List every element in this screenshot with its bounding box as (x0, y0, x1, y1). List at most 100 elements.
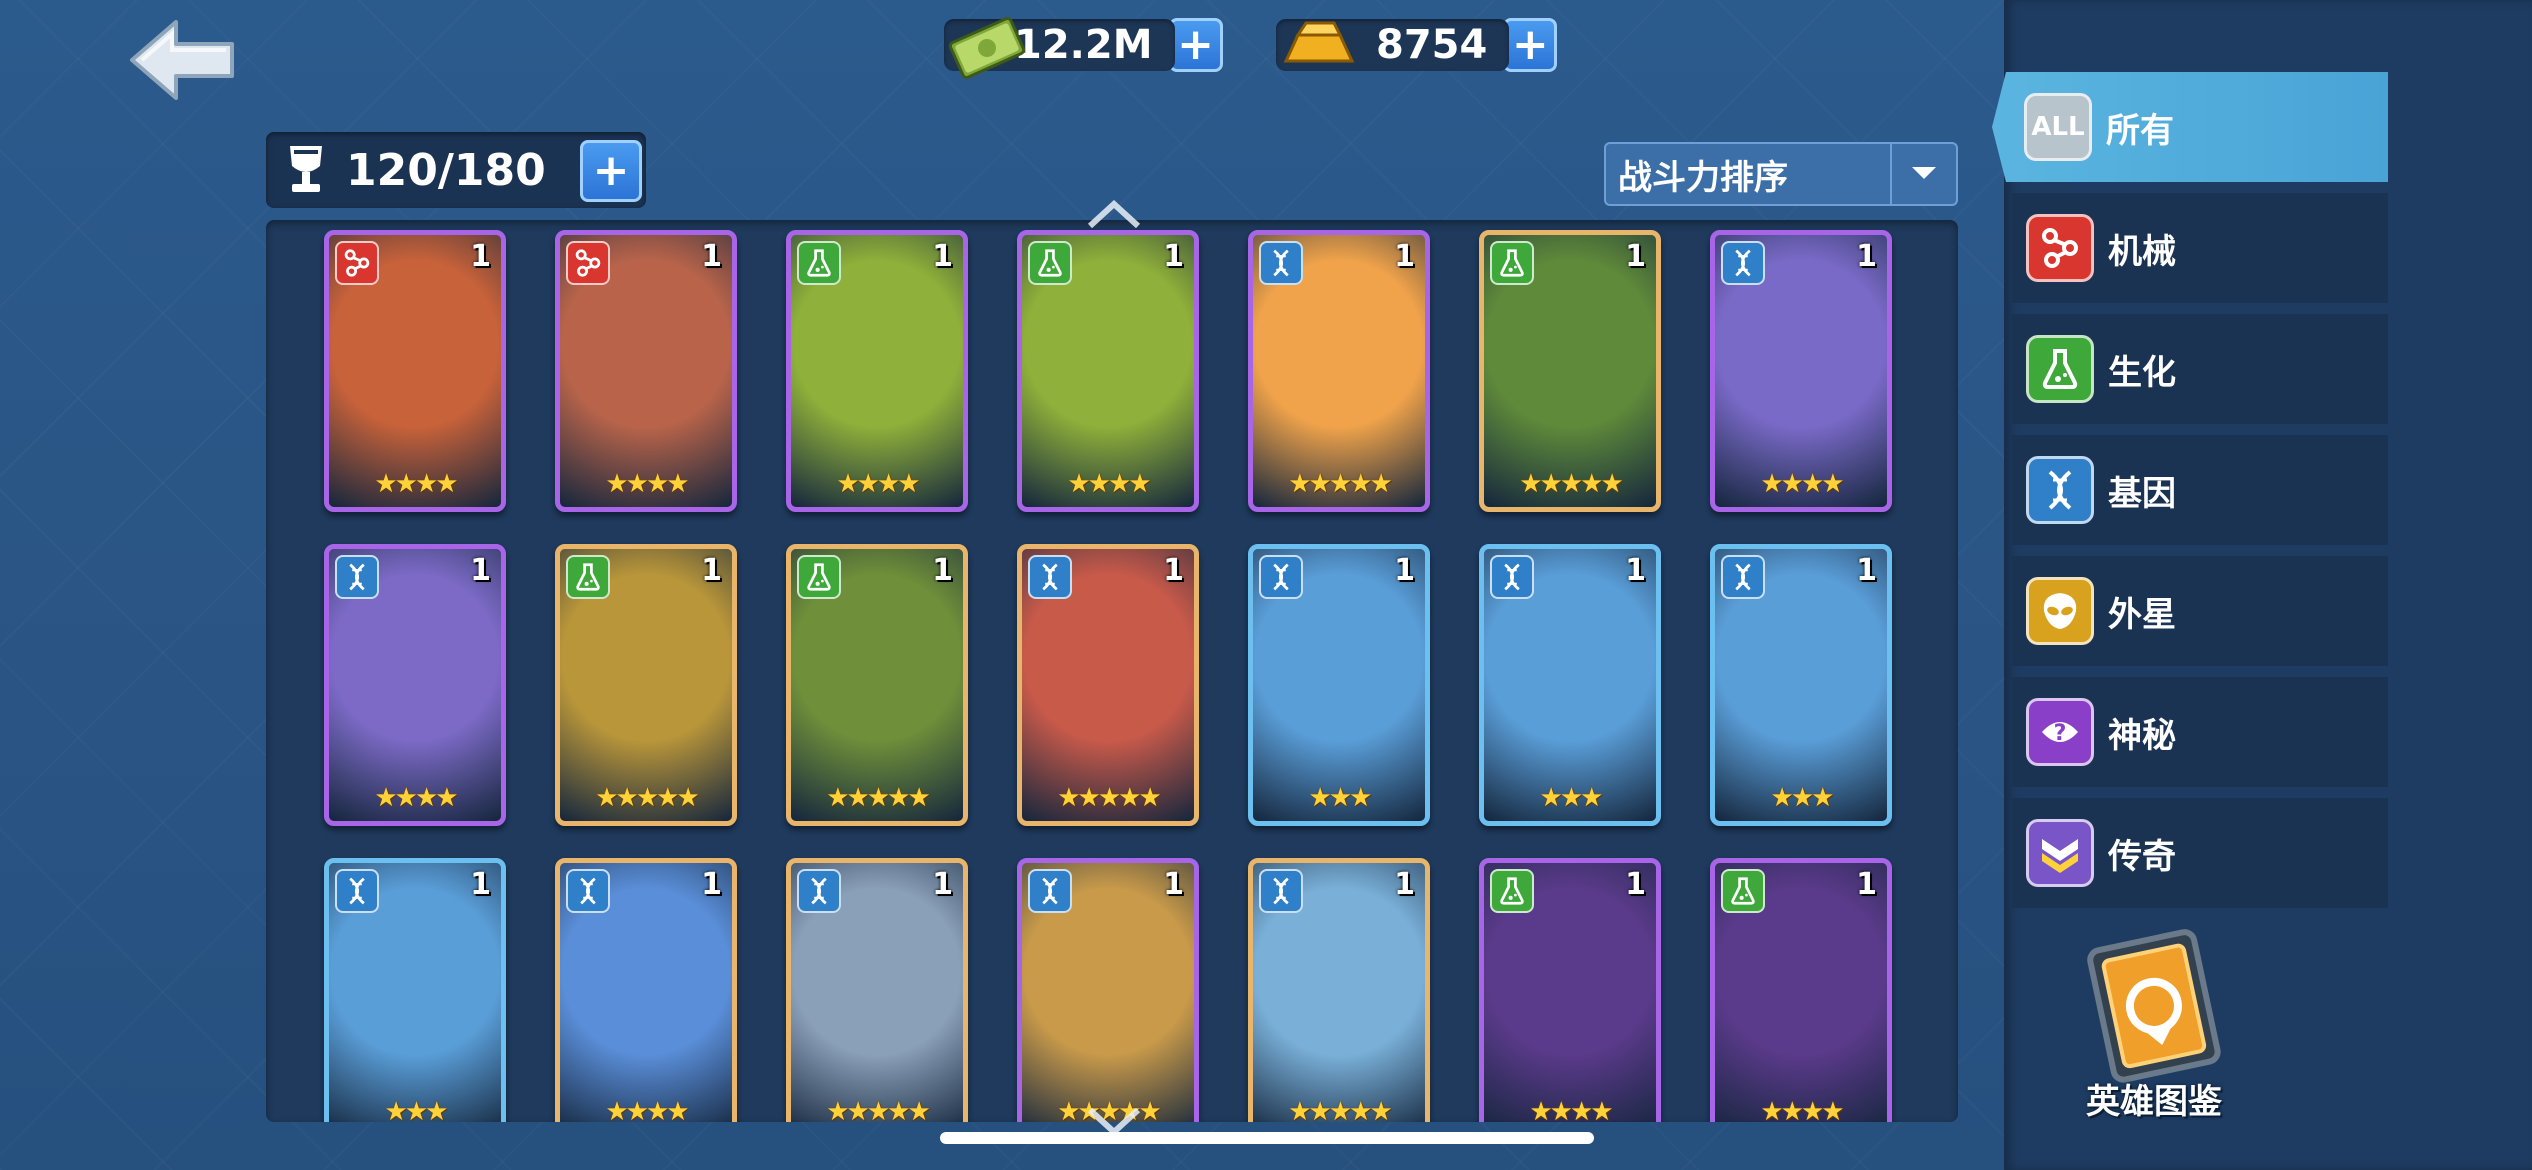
dna-icon (1028, 555, 1072, 599)
sort-dropdown[interactable]: 战斗力排序 (1604, 142, 1958, 206)
tab-label: 生化 (2108, 352, 2176, 393)
hero-card[interactable]: 1 ★★★★ (1017, 230, 1199, 512)
hero-level: 1 (701, 553, 722, 588)
hero-card[interactable]: 1 ★★★★ (324, 230, 506, 512)
biochem-flask-icon (1490, 241, 1534, 285)
hero-level: 1 (1856, 867, 1877, 902)
tab-alien-head[interactable]: 外星 (2012, 556, 2388, 666)
hero-card[interactable]: 1 ★★★★★ (786, 858, 968, 1122)
hero-level: 1 (701, 239, 722, 274)
legendary-chevron-icon (2026, 819, 2094, 887)
hero-star-rating: ★★★ (1770, 783, 1835, 813)
tab-dna[interactable]: 基因 (2012, 435, 2388, 545)
hero-card[interactable]: 1 ★★★★ (555, 858, 737, 1122)
tab-legendary-chevron[interactable]: 传奇 (2012, 798, 2388, 908)
hero-card[interactable]: 1 ★★★★★ (1248, 858, 1430, 1122)
dna-icon (1259, 869, 1303, 913)
mechanical-icon (2026, 214, 2094, 282)
biochem-flask-icon (797, 241, 841, 285)
hero-star-rating: ★★★★★ (1519, 469, 1624, 499)
biochem-flask-icon (566, 555, 610, 599)
dna-icon (1721, 241, 1765, 285)
hero-card[interactable]: 1 ★★★★ (555, 230, 737, 512)
all-icon: ALL (2024, 93, 2092, 161)
sort-dropdown-value: 战斗力排序 (1618, 157, 1788, 198)
add-gold-button[interactable]: + (1503, 18, 1558, 72)
mystery-question-icon: ? (2026, 698, 2094, 766)
hero-grid-panel[interactable]: 1 ★★★★ 1 ★★★★ 1 ★★★★ 1 ★★★★ 1 ★★★★★ 1 ★★★★★ 1 ★★★★ 1 ★★… (266, 220, 1958, 1122)
roster-count-text: 120/180 (346, 144, 546, 196)
hero-card[interactable]: 1 ★★★★★ (1248, 230, 1430, 512)
hero-level: 1 (701, 867, 722, 902)
hero-level: 1 (470, 867, 491, 902)
hero-card[interactable]: 1 ★★★★ (786, 230, 968, 512)
hero-star-rating: ★★★ (1539, 783, 1604, 813)
hero-card[interactable]: 1 ★★★★★ (1017, 858, 1199, 1122)
hero-level: 1 (1163, 553, 1184, 588)
tab-mechanical[interactable]: 机械 (2012, 193, 2388, 303)
hero-card[interactable]: 1 ★★★ (324, 858, 506, 1122)
back-button[interactable] (128, 16, 240, 104)
hero-card[interactable]: 1 ★★★★★ (555, 544, 737, 826)
home-indicator[interactable] (940, 1132, 1594, 1144)
dna-icon (566, 869, 610, 913)
hero-level: 1 (1625, 239, 1646, 274)
hero-star-rating: ★★★★★ (595, 783, 700, 813)
hero-level: 1 (932, 867, 953, 902)
hero-card[interactable]: 1 ★★★ (1248, 544, 1430, 826)
dna-icon (1259, 555, 1303, 599)
hero-star-rating: ★★★★ (836, 469, 920, 499)
dna-icon (335, 869, 379, 913)
hero-level: 1 (1394, 553, 1415, 588)
hero-card[interactable]: 1 ★★★★ (1479, 858, 1661, 1122)
hero-card[interactable]: 1 ★★★★★ (1017, 544, 1199, 826)
hero-level: 1 (1625, 867, 1646, 902)
add-cash-button[interactable]: + (1168, 18, 1223, 72)
hero-card[interactable]: 1 ★★★★ (1710, 858, 1892, 1122)
hero-star-rating: ★★★★★ (826, 1097, 931, 1122)
hero-card[interactable]: 1 ★★★ (1710, 544, 1892, 826)
hero-card[interactable]: 1 ★★★ (1479, 544, 1661, 826)
hero-star-rating: ★★★★★ (826, 783, 931, 813)
hero-star-rating: ★★★★ (1067, 469, 1151, 499)
tab-label: 基因 (2108, 473, 2176, 514)
hero-star-rating: ★★★★ (374, 469, 458, 499)
chevron-down-icon (1890, 144, 1956, 204)
biochem-flask-icon (1028, 241, 1072, 285)
codex-label: 英雄图鉴 (2086, 1082, 2222, 1122)
tab-mystery-question[interactable]: ? 神秘 (2012, 677, 2388, 787)
hero-level: 1 (470, 239, 491, 274)
tab-all[interactable]: ALL 所有 (1992, 72, 2388, 182)
gold-currency: 8754 + (1276, 16, 1558, 74)
mechanical-icon (566, 241, 610, 285)
biochem-flask-icon (797, 555, 841, 599)
tab-label: 所有 (2106, 110, 2174, 151)
hero-codex-button[interactable]: 英雄图鉴 (2044, 926, 2264, 1146)
hero-level: 1 (1163, 239, 1184, 274)
hero-level: 1 (1856, 553, 1877, 588)
hero-star-rating: ★★★★ (374, 783, 458, 813)
hero-card[interactable]: 1 ★★★★ (1710, 230, 1892, 512)
hero-card[interactable]: 1 ★★★★★ (1479, 230, 1661, 512)
hero-level: 1 (1394, 867, 1415, 902)
biochem-flask-icon (1490, 869, 1534, 913)
biochem-flask-icon (2026, 335, 2094, 403)
gold-bar-icon (1283, 21, 1355, 63)
dna-icon (1259, 241, 1303, 285)
hero-star-rating: ★★★★ (1529, 1097, 1613, 1122)
tab-biochem-flask[interactable]: 生化 (2012, 314, 2388, 424)
dna-icon (1490, 555, 1534, 599)
alien-head-icon (2026, 577, 2094, 645)
mechanical-icon (335, 241, 379, 285)
hero-card[interactable]: 1 ★★★★★ (786, 544, 968, 826)
hero-level: 1 (1163, 867, 1184, 902)
scroll-up-chevron-icon[interactable] (1086, 200, 1142, 228)
all-icon-text: ALL (2031, 112, 2085, 142)
hero-card[interactable]: 1 ★★★★ (324, 544, 506, 826)
hero-level: 1 (1856, 239, 1877, 274)
expand-roster-button[interactable]: + (580, 140, 642, 202)
hero-star-rating: ★★★★ (1760, 1097, 1844, 1122)
tab-label: 机械 (2108, 231, 2176, 272)
hero-star-rating: ★★★★★ (1288, 469, 1393, 499)
hero-star-rating: ★★★ (1308, 783, 1373, 813)
